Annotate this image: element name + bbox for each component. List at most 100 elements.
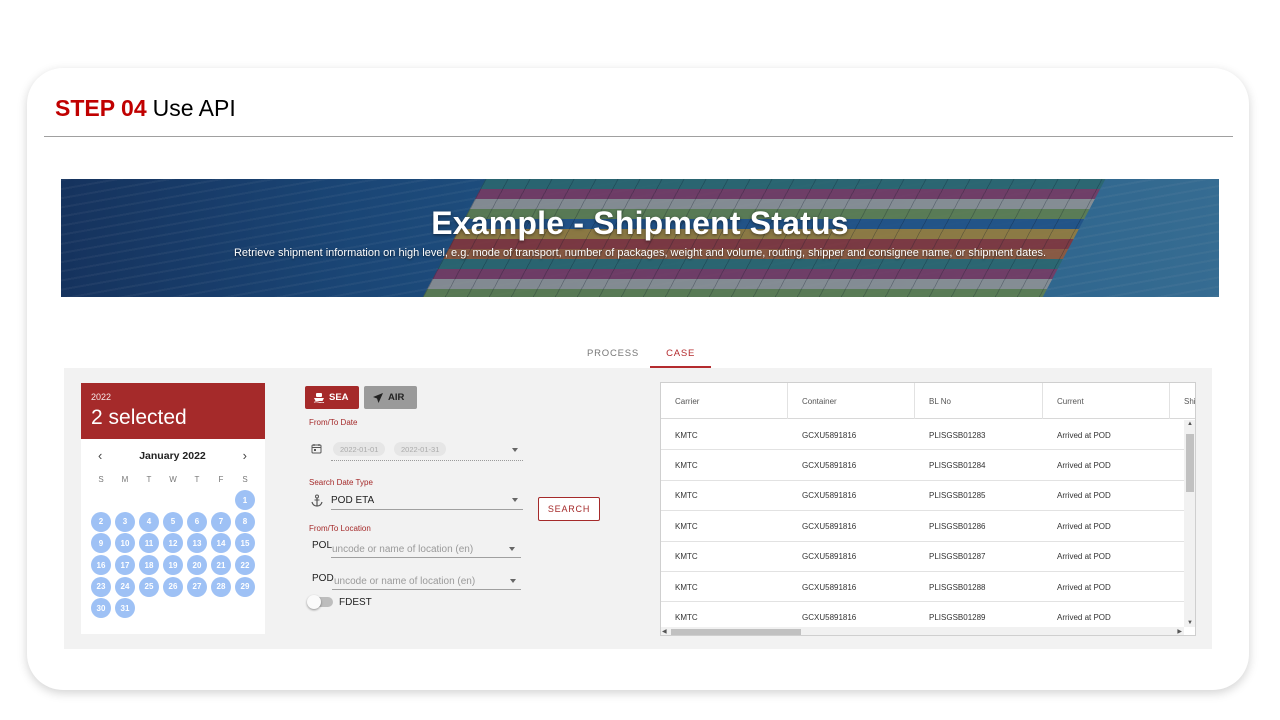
calendar-day[interactable]: 8	[235, 511, 255, 532]
search-date-type-underline	[331, 509, 523, 510]
container-cell: GCXU5891816	[802, 582, 857, 592]
calendar-day[interactable]: 22	[235, 555, 255, 576]
scroll-right-icon[interactable]: ▶	[1177, 628, 1182, 635]
sea-mode-button[interactable]: SEA	[305, 386, 359, 409]
bl-no-cell: PLISGSB01288	[929, 582, 986, 592]
from-to-date-label: From/To Date	[309, 418, 358, 427]
calendar-day[interactable]: 16	[91, 555, 111, 576]
step-number: STEP 04	[55, 95, 147, 121]
vertical-scrollbar[interactable]: ▲ ▼	[1184, 420, 1195, 627]
tab-process[interactable]: PROCESS	[576, 341, 650, 368]
calendar-day[interactable]: 4	[139, 511, 159, 532]
calendar-day[interactable]: 18	[139, 555, 159, 576]
calendar-day[interactable]: 5	[163, 511, 183, 532]
calendar-day[interactable]: 1	[235, 490, 255, 510]
calendar-day[interactable]: 10	[115, 533, 135, 554]
calendar-day[interactable]: 12	[163, 533, 183, 554]
carrier-cell: KMTC	[675, 430, 698, 440]
chevron-down-icon[interactable]	[510, 579, 516, 583]
current-status-cell: Arrived at POD	[1057, 430, 1111, 440]
calendar-day[interactable]: 15	[235, 533, 255, 554]
table-row[interactable]: KMTC GCXU5891816 PLISGSB01288 Arrived at PO…	[661, 572, 1184, 603]
horizontal-scrollbar[interactable]: ◀ ▶	[661, 627, 1184, 635]
container-cell: GCXU5891816	[802, 521, 857, 531]
calendar-day[interactable]: 23	[91, 576, 111, 597]
step-title: STEP 04 Use API	[55, 95, 236, 122]
column-header-shipment[interactable]: Shi	[1170, 383, 1195, 419]
air-mode-button[interactable]: AIR	[364, 386, 417, 409]
calendar-empty-cell	[209, 489, 233, 511]
column-header-container[interactable]: Container	[788, 383, 915, 419]
calendar-icon[interactable]	[311, 443, 322, 454]
scroll-down-icon[interactable]: ▼	[1187, 620, 1193, 626]
date-from-chip[interactable]: 2022-01-01	[333, 442, 386, 456]
calendar-day[interactable]: 17	[115, 555, 135, 576]
chevron-down-icon[interactable]	[512, 498, 518, 502]
column-header-bl-no[interactable]: BL No	[915, 383, 1043, 419]
table-header: Carrier Container BL No Current Shi	[661, 383, 1195, 419]
calendar-day[interactable]: 27	[187, 576, 207, 597]
calendar-day[interactable]: 25	[139, 576, 159, 597]
chevron-left-icon[interactable]: ‹	[98, 448, 102, 463]
chevron-down-icon[interactable]	[509, 547, 515, 551]
chevron-right-icon[interactable]: ›	[243, 448, 247, 463]
calendar-day[interactable]: 3	[115, 511, 135, 532]
calendar-empty-cell	[137, 489, 161, 511]
calendar-day[interactable]: 20	[187, 555, 207, 576]
calendar-day[interactable]: 6	[187, 511, 207, 532]
pod-input[interactable]: uncode or name of location (en)	[334, 576, 475, 587]
calendar-day[interactable]: 13	[187, 533, 207, 554]
fdest-toggle[interactable]	[307, 595, 333, 609]
tab-bar: PROCESS CASE	[576, 341, 712, 368]
fdest-label: FDEST	[339, 597, 372, 608]
calendar-day[interactable]: 9	[91, 533, 111, 554]
chevron-down-icon[interactable]	[512, 448, 518, 452]
column-header-current[interactable]: Current	[1043, 383, 1170, 419]
calendar-selected-count: 2 selected	[91, 406, 187, 429]
weekday-label: S	[98, 475, 104, 484]
calendar-day[interactable]: 14	[211, 533, 231, 554]
scroll-left-icon[interactable]: ◀	[662, 628, 667, 635]
title-divider	[44, 136, 1233, 137]
container-cell: GCXU5891816	[802, 430, 857, 440]
pod-underline	[332, 589, 521, 590]
current-status-cell: Arrived at POD	[1057, 521, 1111, 531]
date-to-chip[interactable]: 2022-01-31	[394, 442, 447, 456]
calendar-day[interactable]: 19	[163, 555, 183, 576]
calendar-year[interactable]: 2022	[91, 392, 255, 402]
date-range-calendar: 2022 2 selected ‹ January 2022 › S M T W…	[81, 383, 265, 634]
current-status-cell: Arrived at POD	[1057, 460, 1111, 470]
calendar-day[interactable]: 2	[91, 511, 111, 532]
table-row[interactable]: KMTC GCXU5891816 PLISGSB01287 Arrived at PO…	[661, 542, 1184, 572]
scroll-up-icon[interactable]: ▲	[1187, 421, 1193, 427]
calendar-day[interactable]: 30	[91, 598, 111, 619]
calendar-day[interactable]: 24	[115, 576, 135, 597]
table-row[interactable]: KMTC GCXU5891816 PLISGSB01285 Arrived at PO…	[661, 481, 1184, 512]
calendar-day[interactable]: 21	[211, 555, 231, 576]
calendar-day[interactable]: 7	[211, 511, 231, 532]
calendar-day[interactable]: 31	[115, 598, 135, 619]
search-button[interactable]: SEARCH	[538, 497, 600, 521]
calendar-day[interactable]: 29	[235, 576, 255, 597]
banner-title: Example - Shipment Status	[431, 205, 849, 241]
calendar-day[interactable]: 28	[211, 576, 231, 597]
date-range-underline	[331, 460, 523, 461]
weekday-label: T	[146, 475, 152, 484]
weekday-label: W	[169, 475, 177, 484]
sea-label: SEA	[329, 392, 349, 403]
calendar-empty-cell	[89, 489, 113, 511]
search-date-type-select[interactable]: POD ETA	[331, 495, 374, 506]
table-row[interactable]: KMTC GCXU5891816 PLISGSB01286 Arrived at PO…	[661, 511, 1184, 542]
calendar-day[interactable]: 26	[163, 576, 183, 597]
column-header-carrier[interactable]: Carrier	[661, 383, 788, 419]
calendar-month-label: January 2022	[139, 449, 206, 462]
table-row[interactable]: KMTC GCXU5891816 PLISGSB01283 Arrived at PO…	[661, 420, 1184, 451]
weekday-label: M	[121, 475, 129, 484]
vertical-scroll-thumb[interactable]	[1186, 434, 1194, 492]
horizontal-scroll-thumb[interactable]	[671, 629, 801, 635]
table-row[interactable]: KMTC GCXU5891816 PLISGSB01284 Arrived at PO…	[661, 450, 1184, 481]
carrier-cell: KMTC	[675, 491, 698, 501]
tab-case[interactable]: CASE	[650, 341, 712, 368]
pol-input[interactable]: uncode or name of location (en)	[332, 544, 473, 555]
calendar-day[interactable]: 11	[139, 533, 159, 554]
